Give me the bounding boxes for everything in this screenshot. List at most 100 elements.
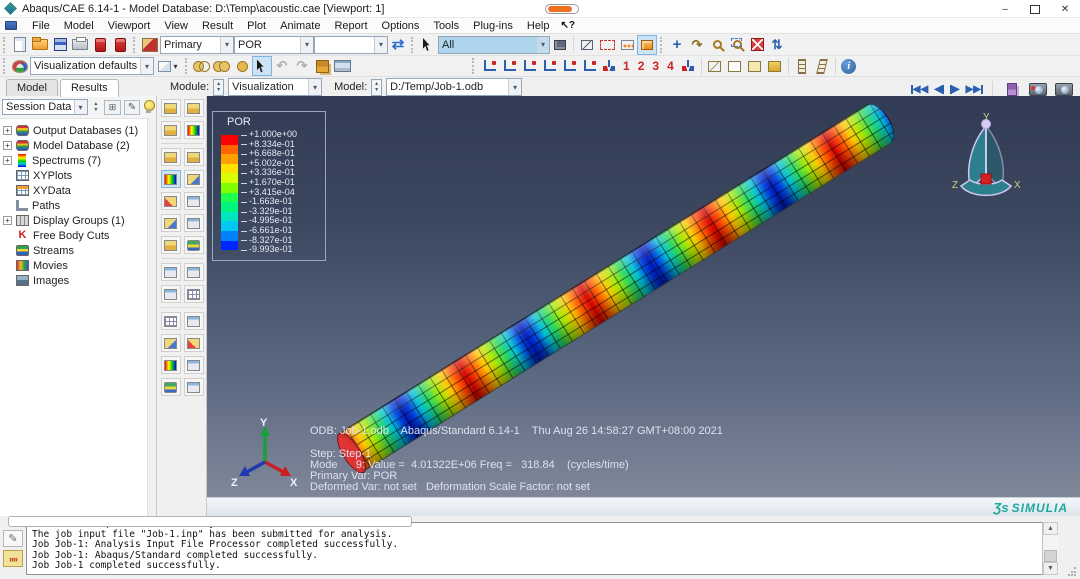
toolbox-button[interactable] xyxy=(160,285,181,303)
menu-view[interactable]: View xyxy=(157,20,195,32)
toolbox-button[interactable] xyxy=(183,334,204,352)
toolbox-button-selected[interactable] xyxy=(160,170,181,188)
expand-icon[interactable] xyxy=(3,216,12,225)
save-button[interactable] xyxy=(50,35,70,55)
chevron-down-icon[interactable] xyxy=(300,36,313,53)
chevron-down-icon[interactable] xyxy=(140,58,153,74)
view-top-button[interactable] xyxy=(519,56,539,76)
model-spinner[interactable] xyxy=(371,78,383,96)
object-display-button[interactable] xyxy=(577,35,597,55)
select-cursor-button[interactable] xyxy=(418,35,438,55)
tree-spinner[interactable] xyxy=(91,100,102,115)
previous-frame-button[interactable] xyxy=(934,84,944,95)
toolbox-button[interactable] xyxy=(160,214,181,232)
toolbox-button[interactable] xyxy=(183,263,204,281)
toolbar-grip[interactable] xyxy=(411,36,415,53)
toolbox-button[interactable] xyxy=(160,378,181,396)
select-mode-button[interactable] xyxy=(252,56,272,76)
datum-axes-button[interactable] xyxy=(812,56,832,76)
chevron-down-icon[interactable] xyxy=(220,36,233,53)
selection-filter-combo[interactable]: All xyxy=(438,35,550,54)
tree-item-xydata[interactable]: XYData xyxy=(0,183,156,198)
toolbox-button[interactable] xyxy=(183,148,204,166)
collapse-all-button[interactable] xyxy=(104,99,121,115)
module-spinner[interactable] xyxy=(213,78,225,96)
tree-item-streams[interactable]: Streams xyxy=(0,243,156,258)
chevron-down-icon[interactable] xyxy=(308,79,322,95)
expand-icon[interactable] xyxy=(3,126,12,135)
query-button[interactable] xyxy=(312,56,332,76)
toolbar-grip[interactable] xyxy=(472,58,476,74)
print-button[interactable] xyxy=(70,35,90,55)
view-left-button[interactable] xyxy=(559,56,579,76)
tree-item-free-body-cuts[interactable]: Free Body Cuts xyxy=(0,228,156,243)
view-front-button[interactable] xyxy=(479,56,499,76)
message-scrollbar[interactable] xyxy=(1042,522,1058,575)
toolbox-button[interactable] xyxy=(183,312,204,330)
user-view-1-button[interactable]: 1 xyxy=(619,59,634,73)
toolbox-button[interactable] xyxy=(183,170,204,188)
fit-view-button[interactable] xyxy=(747,35,767,55)
menu-result[interactable]: Result xyxy=(195,20,240,32)
toolbox-button[interactable] xyxy=(183,378,204,396)
undo-button[interactable] xyxy=(272,56,292,76)
perspective-on-button[interactable] xyxy=(765,56,785,76)
toolbox-button[interactable] xyxy=(160,356,181,374)
scroll-up-icon[interactable] xyxy=(1043,522,1058,535)
rotate-view-button[interactable] xyxy=(687,35,707,55)
chevron-down-icon[interactable] xyxy=(508,79,522,95)
magnify-view-button[interactable] xyxy=(707,35,727,55)
last-frame-button[interactable] xyxy=(966,84,983,95)
new-file-button[interactable] xyxy=(10,35,30,55)
toolbox-button[interactable] xyxy=(183,285,204,303)
resize-grip[interactable] xyxy=(1067,566,1077,576)
cycle-views-button[interactable] xyxy=(767,35,787,55)
render-wireframe-button[interactable] xyxy=(192,56,212,76)
replace-selected-button[interactable] xyxy=(550,35,570,55)
toolbox-button[interactable] xyxy=(160,99,181,117)
edit-attributes-button[interactable] xyxy=(123,99,141,115)
close-button[interactable] xyxy=(1050,0,1080,18)
display-group-button[interactable] xyxy=(617,35,637,55)
prompt-field[interactable] xyxy=(8,516,412,527)
tree-item-spectrums[interactable]: Spectrums (7) xyxy=(0,153,156,168)
toolbox-button[interactable] xyxy=(160,334,181,352)
chevron-down-icon[interactable] xyxy=(73,100,87,114)
pan-view-button[interactable] xyxy=(667,35,687,55)
kernel-cli-button[interactable] xyxy=(3,550,23,567)
toolbox-button[interactable] xyxy=(160,121,181,139)
expand-icon[interactable] xyxy=(3,141,12,150)
menu-viewport[interactable]: Viewport xyxy=(101,20,158,32)
toolbox-button[interactable] xyxy=(183,99,204,117)
toolbar-grip[interactable] xyxy=(185,58,189,74)
color-defaults-combo[interactable]: Visualization defaults xyxy=(30,57,154,75)
menu-tools[interactable]: Tools xyxy=(426,20,466,32)
view-right-button[interactable] xyxy=(579,56,599,76)
job-monitor-button[interactable] xyxy=(110,35,130,55)
toolbox-button[interactable] xyxy=(183,192,204,210)
tree-item-display-groups[interactable]: Display Groups (1) xyxy=(0,213,156,228)
menu-file[interactable]: File xyxy=(25,20,57,32)
toolbox-button[interactable] xyxy=(160,312,181,330)
scroll-thumb[interactable] xyxy=(1044,550,1057,562)
compass-center-handle[interactable] xyxy=(980,173,992,185)
tree-filter-combo[interactable]: Session Data xyxy=(2,99,88,115)
translucency-button[interactable] xyxy=(154,56,182,76)
tree-item-movies[interactable]: Movies xyxy=(0,258,156,273)
menu-plugins[interactable]: Plug-ins xyxy=(466,20,520,32)
menu-model[interactable]: Model xyxy=(57,20,101,32)
toolbox-button[interactable] xyxy=(183,236,204,254)
expand-icon[interactable] xyxy=(3,156,12,165)
toolbox-button[interactable] xyxy=(183,214,204,232)
first-frame-button[interactable] xyxy=(910,84,928,95)
toolbar-grip[interactable] xyxy=(133,36,137,53)
tab-results[interactable]: Results xyxy=(59,79,119,97)
window-menu-icon[interactable] xyxy=(5,21,17,30)
acoustic-bar-model[interactable] xyxy=(333,98,901,476)
color-code-button[interactable] xyxy=(10,56,30,76)
tree-item-images[interactable]: Images xyxy=(0,273,156,288)
scroll-down-icon[interactable] xyxy=(1043,562,1058,575)
help-info-button[interactable] xyxy=(839,56,859,76)
refinement-combo[interactable] xyxy=(314,35,388,54)
user-view-3-button[interactable]: 3 xyxy=(648,59,663,73)
